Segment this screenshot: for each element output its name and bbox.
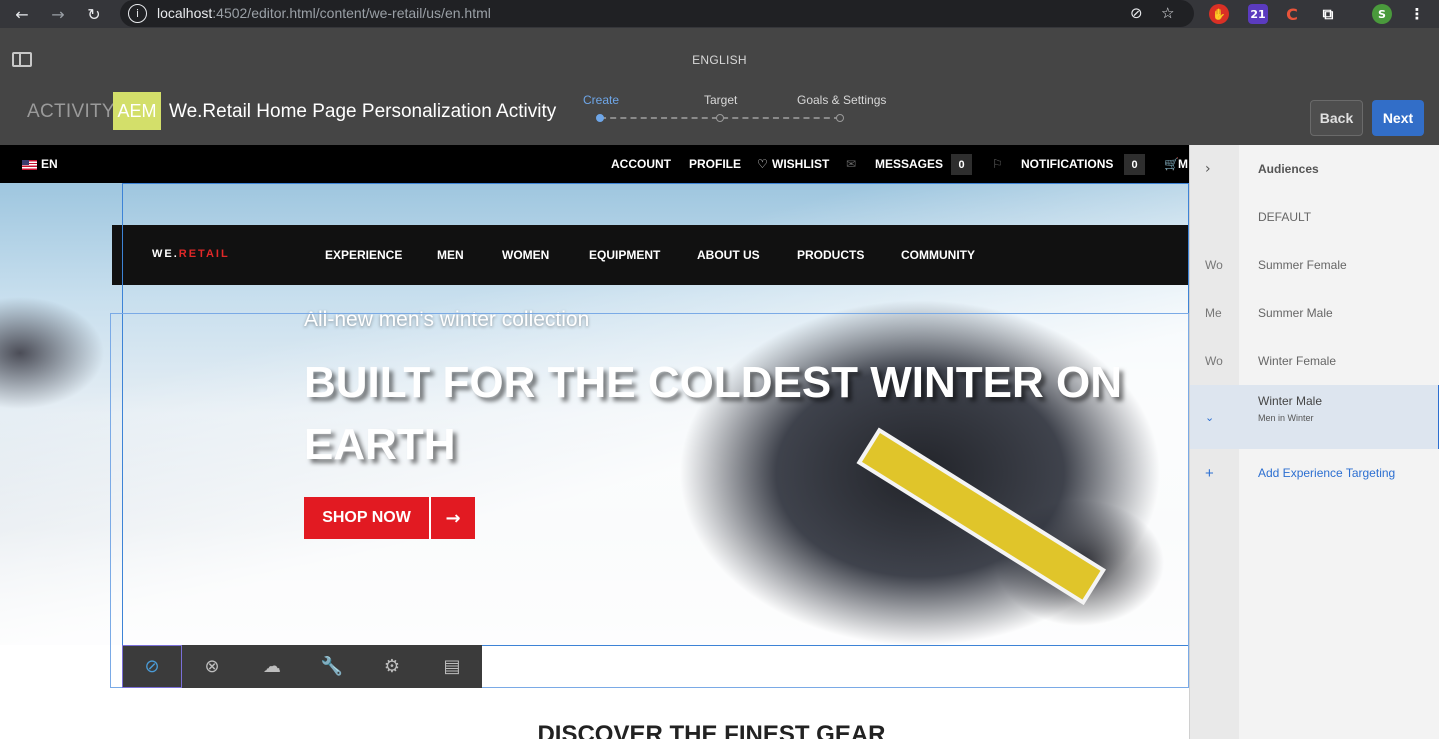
address-bar[interactable]: i localhost:4502/editor.html/content/we-…	[120, 0, 1194, 27]
close-icon[interactable]: ⊗	[182, 645, 242, 688]
account-link[interactable]: ACCOUNT	[611, 157, 671, 171]
activity-name: We.Retail Home Page Personalization Acti…	[169, 101, 557, 122]
back-arrow-icon[interactable]: ←	[11, 3, 33, 25]
notifications-link[interactable]: NOTIFICATIONS	[1021, 157, 1113, 171]
audience-abbr: Wo	[1205, 354, 1223, 368]
step-create[interactable]: Create	[583, 93, 619, 107]
browser-toolbar: ← → ↻ i localhost:4502/editor.html/conte…	[0, 0, 1439, 28]
chevron-down-icon[interactable]: ⌄	[1205, 385, 1235, 449]
us-flag-icon	[22, 160, 37, 170]
arrow-right-icon: →	[445, 507, 461, 529]
step-dot-target	[716, 114, 724, 122]
step-dot-create	[596, 114, 604, 122]
site-info-icon[interactable]: i	[128, 4, 147, 23]
audience-selected: Winter Male Men in Winter	[1258, 394, 1322, 423]
page-preview: EN ACCOUNT PROFILE ♡ WISHLIST ✉ MESSAGES…	[0, 145, 1189, 739]
section-heading: DISCOVER THE FINEST GEAR	[537, 721, 886, 739]
shop-now-label: SHOP NOW	[304, 497, 431, 539]
audience-row-summer-male[interactable]: Me Summer Male	[1190, 289, 1439, 337]
audience-name: Summer Female	[1258, 258, 1347, 272]
audience-row-default[interactable]: DEFAULT	[1190, 193, 1439, 241]
nav-about-us[interactable]: ABOUT US	[697, 248, 760, 262]
plus-icon[interactable]: +	[1205, 449, 1235, 497]
audience-abbr: Me	[1205, 306, 1222, 320]
add-experience-targeting[interactable]: + Add Experience Targeting	[1190, 449, 1439, 497]
extension-c-icon[interactable]: C	[1282, 4, 1302, 24]
profile-link[interactable]: PROFILE	[689, 157, 741, 171]
audience-name: Summer Male	[1258, 306, 1333, 320]
no-target-icon[interactable]: ⊘	[122, 645, 182, 688]
chevron-right-icon[interactable]: ›	[1205, 145, 1235, 193]
browser-menu-icon[interactable]: ⋮	[1407, 4, 1427, 24]
profile-avatar[interactable]: S	[1372, 4, 1392, 24]
forward-arrow-icon[interactable]: →	[47, 3, 69, 25]
we-retail-logo[interactable]: WE.RETAIL	[152, 248, 230, 260]
flag-icon: ⚐	[992, 157, 1003, 171]
audience-row-summer-female[interactable]: Wo Summer Female	[1190, 241, 1439, 289]
audience-row-winter-male[interactable]: ⌄ Winter Male Men in Winter	[1190, 385, 1439, 449]
nav-experience[interactable]: EXPERIENCE	[325, 248, 402, 262]
site-utility-bar: EN ACCOUNT PROFILE ♡ WISHLIST ✉ MESSAGES…	[0, 145, 1189, 183]
language-label: ENGLISH	[692, 53, 747, 67]
back-button[interactable]: Back	[1310, 100, 1363, 136]
extension-purple-icon[interactable]: 21	[1248, 4, 1268, 24]
editor-header: ENGLISH ACTIVITY: AEM We.Retail Home Pag…	[0, 28, 1439, 145]
upload-cloud-icon[interactable]: ☁	[242, 645, 302, 688]
step-dot-goals	[836, 114, 844, 122]
nav-equipment[interactable]: EQUIPMENT	[589, 248, 660, 262]
hero-eyebrow-text: All-new men's winter collection	[304, 308, 590, 331]
nav-men[interactable]: MEN	[437, 248, 464, 262]
shop-now-button[interactable]: SHOP NOW →	[304, 497, 475, 539]
messages-link[interactable]: MESSAGES	[875, 157, 943, 171]
eye-off-icon[interactable]: ⊘	[1130, 4, 1143, 22]
aem-brand-badge: AEM	[113, 92, 161, 130]
component-toolbar: ⊘ ⊗ ☁ 🔧 ⚙ ▤	[122, 645, 482, 688]
bookmark-star-icon[interactable]: ☆	[1161, 4, 1174, 22]
audience-name: Winter Female	[1258, 354, 1337, 368]
step-target[interactable]: Target	[704, 93, 737, 107]
nav-community[interactable]: COMMUNITY	[901, 248, 975, 262]
wishlist-link[interactable]: WISHLIST	[772, 157, 829, 171]
activity-label: ACTIVITY:	[27, 101, 120, 122]
audience-subtitle: Men in Winter	[1258, 413, 1314, 423]
cart-link[interactable]: M	[1178, 157, 1188, 171]
nav-products[interactable]: PRODUCTS	[797, 248, 864, 262]
site-main-nav: WE.RETAIL EXPERIENCE MEN WOMEN EQUIPMENT…	[112, 225, 1189, 285]
extensions-puzzle-icon[interactable]: ⧉	[1318, 4, 1338, 24]
hero-title: BUILT FOR THE COLDEST WINTER ON EARTH	[304, 358, 1123, 469]
step-goals-settings[interactable]: Goals & Settings	[797, 93, 886, 107]
gear-icon[interactable]: ⚙	[362, 645, 422, 688]
url-text[interactable]: localhost:4502/editor.html/content/we-re…	[157, 5, 491, 21]
nav-women[interactable]: WOMEN	[502, 248, 549, 262]
next-button[interactable]: Next	[1372, 100, 1424, 136]
audience-abbr: Wo	[1205, 258, 1223, 272]
audience-row-winter-female[interactable]: Wo Winter Female	[1190, 337, 1439, 385]
heart-icon: ♡	[757, 157, 768, 171]
audience-name: DEFAULT	[1258, 210, 1312, 224]
audiences-header[interactable]: › Audiences	[1190, 145, 1439, 193]
table-icon[interactable]: ▤	[422, 645, 482, 688]
language-selector[interactable]: EN	[41, 157, 58, 171]
messages-count-badge: 0	[951, 154, 972, 175]
cart-icon[interactable]: 🛒	[1164, 157, 1179, 171]
audience-name: Winter Male	[1258, 394, 1323, 408]
audiences-panel: › Audiences DEFAULT Wo Summer Female Me …	[1189, 145, 1439, 739]
extension-red-icon[interactable]: ✋	[1209, 4, 1229, 24]
wrench-icon[interactable]: 🔧	[302, 645, 362, 688]
notifications-count-badge: 0	[1124, 154, 1145, 175]
add-experience-label: Add Experience Targeting	[1258, 466, 1396, 480]
envelope-icon: ✉	[846, 157, 857, 171]
reload-icon[interactable]: ↻	[83, 3, 105, 25]
audience-abbr	[1205, 193, 1235, 241]
audiences-title: Audiences	[1258, 162, 1319, 176]
